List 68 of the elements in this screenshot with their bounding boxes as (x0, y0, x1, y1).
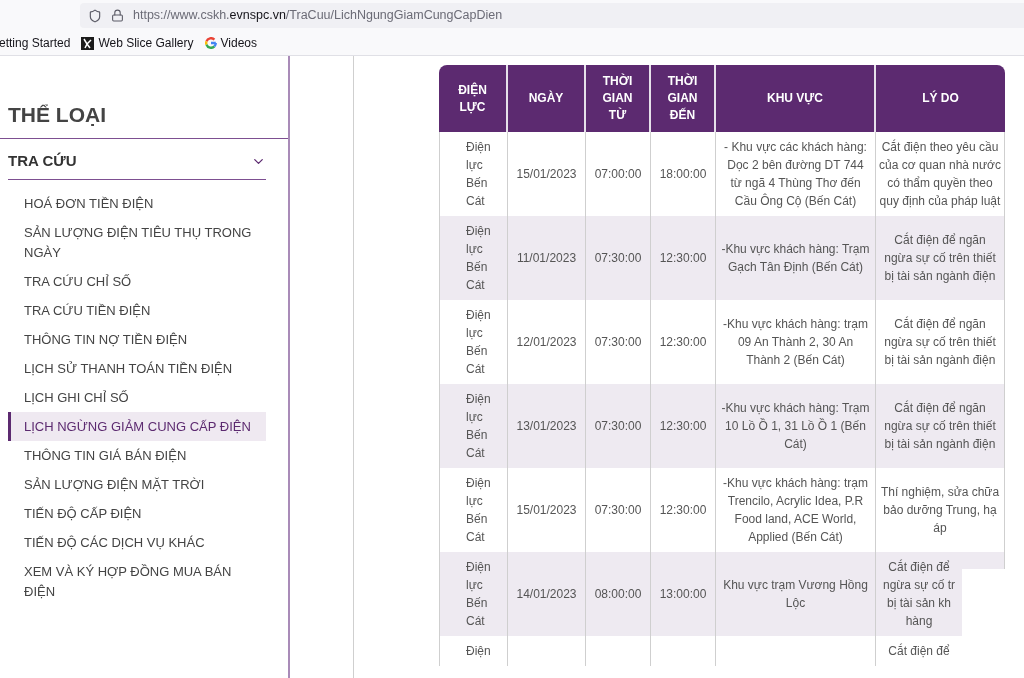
sidebar-item[interactable]: TRA CỨU TIỀN ĐIỆN (8, 296, 266, 325)
bookmark-page-icon (81, 36, 95, 50)
provider-text: Điện lực Bến Cát (466, 559, 492, 630)
provider-text: Điện lực Bến Cát (466, 391, 492, 462)
date-text: 15/01/2023 (516, 166, 577, 183)
reason-text: Thí nghiệm, sửa chữa bảo dưỡng Trung, hạ áp (879, 484, 1001, 537)
sidebar-item[interactable]: SẢN LƯỢNG ĐIỆN TIÊU THỤ TRONG NGÀY (8, 218, 266, 267)
date-text: 14/01/2023 (516, 586, 577, 603)
sidebar-item[interactable]: THÔNG TIN GIÁ BÁN ĐIỆN (8, 441, 266, 470)
column-header: THỜI GIAN ĐẾN (651, 65, 716, 132)
sidebar-item[interactable]: THÔNG TIN NỢ TIỀN ĐIỆN (8, 325, 266, 354)
reason-text: Cắt điện để ngừa sự cố tr bị tài sản kh hàng (882, 558, 956, 630)
g-logo-icon (204, 37, 217, 49)
area-text: - Khu vực các khách hàng: Dọc 2 bên đường DT 744 từ ngã 4 Thùng Thơ đến Cầu Ông Cộ (Bến Cát) (723, 139, 868, 210)
start-time-text: 07:30:00 (594, 250, 642, 267)
end-time-text: 13:00:00 (659, 586, 707, 603)
sidebar-title: THỂ LOẠI (8, 102, 106, 128)
sidebar-item[interactable]: LỊCH GHI CHỈ SỐ (8, 383, 266, 412)
sidebar-item[interactable]: XEM VÀ KÝ HỢP ĐỒNG MUA BÁN ĐIỆN (8, 557, 266, 606)
provider-text: Điện lực Bến Cát (466, 139, 492, 210)
area-text: -Khu vực khách hàng: trạm Trencilo, Acrylic Idea, P.R Food land, ACE World, Applied (Bến Cát) (722, 475, 869, 546)
date-text: 13/01/2023 (516, 418, 577, 435)
sidebar-item[interactable]: TIẾN ĐỘ CẤP ĐIỆN (8, 499, 266, 528)
start-time-text: 07:00:00 (594, 166, 642, 183)
column-header: NGÀY (508, 65, 586, 132)
provider-text: Điện lực Bến Cát (466, 223, 492, 294)
bookmark-link[interactable]: Web Slice Gallery (81, 35, 194, 51)
area-text: -Khu vực khách hàng: trạm 09 An Thành 2, 30 An Thành 2 (Bến Cát) (722, 316, 869, 369)
sidebar-item[interactable]: HOÁ ĐƠN TIỀN ĐIỆN (8, 189, 266, 218)
reason-text: Cắt điện để ngăn ngừa sự cố trên thiết bị tài sản ngành điện (883, 231, 997, 285)
url-text: https://www.cskh.evnspc.vn/TraCuu/LichNgungGiamCungCapDien (133, 7, 503, 25)
url-field[interactable]: https://www.cskh.evnspc.vn/TraCuu/LichNgungGiamCungCapDien (80, 3, 1024, 28)
provider-text: Điện lực Bến Cát (466, 307, 492, 378)
column-header: LÝ DO (876, 65, 1005, 132)
shield-icon (88, 8, 102, 23)
sidebar-item[interactable]: LỊCH NGỪNG GIẢM CUNG CẤP ĐIỆN (8, 412, 266, 441)
start-time-text: 07:30:00 (594, 502, 642, 519)
reason-text: Cắt điện để ngăn ngừa sự cố trên thiết bị tài sản ngành điện (883, 315, 997, 369)
sidebar-item[interactable]: TIẾN ĐỘ CÁC DỊCH VỤ KHÁC (8, 528, 266, 557)
column-header: THỜI GIAN TỪ (586, 65, 651, 132)
end-time-text: 12:30:00 (659, 502, 707, 519)
start-time-text: 08:00:00 (594, 586, 642, 603)
area-text: -Khu vực khách hàng: Trạm Gạch Tân Định (Bến Cát) (721, 241, 870, 276)
date-text: 11/01/2023 (516, 250, 577, 267)
reason-text: Cắt điện để (888, 642, 950, 660)
reason-text: Cắt điện theo yêu cầu của cơ quan nhà nước có thẩm quyền theo quy định của pháp luật (879, 138, 1001, 210)
start-time-text: 07:30:00 (594, 334, 642, 351)
provider-text: Điện (466, 643, 491, 660)
end-time-text: 12:30:00 (659, 250, 707, 267)
date-text: 15/01/2023 (516, 502, 577, 519)
date-text: 12/01/2023 (516, 334, 577, 351)
end-time-text: 12:30:00 (659, 418, 707, 435)
end-time-text: 18:00:00 (659, 166, 707, 183)
section-header[interactable]: TRA CỨU (8, 139, 266, 180)
sidebar-item[interactable]: SẢN LƯỢNG ĐIỆN MẶT TRỜI (8, 470, 266, 499)
sidebar-item[interactable]: LỊCH SỬ THANH TOÁN TIỀN ĐIỆN (8, 354, 266, 383)
area-text: Khu vực trạm Vương Hồng Lộc (722, 577, 869, 612)
column-header: ĐIỆN LỰC (439, 65, 508, 132)
lock-icon (111, 9, 124, 22)
sidebar-item[interactable]: TRA CỨU CHỈ SỐ (8, 267, 266, 296)
end-time-text: 12:30:00 (659, 334, 707, 351)
provider-text: Điện lực Bến Cát (466, 475, 492, 546)
start-time-text: 07:30:00 (594, 418, 642, 435)
column-header: KHU VỰC (716, 65, 876, 132)
area-text: -Khu vực khách hàng: Trạm 10 Lồ Ồ 1, 31 Lồ Ồ 1 (Bến Cát) (721, 400, 870, 453)
bookmark-link[interactable]: etting Started (0, 35, 71, 51)
reason-text: Cắt điện để ngăn ngừa sự cố trên thiết bị tài sản ngành điện (883, 399, 997, 453)
bookmark-link[interactable]: Videos (204, 35, 258, 51)
